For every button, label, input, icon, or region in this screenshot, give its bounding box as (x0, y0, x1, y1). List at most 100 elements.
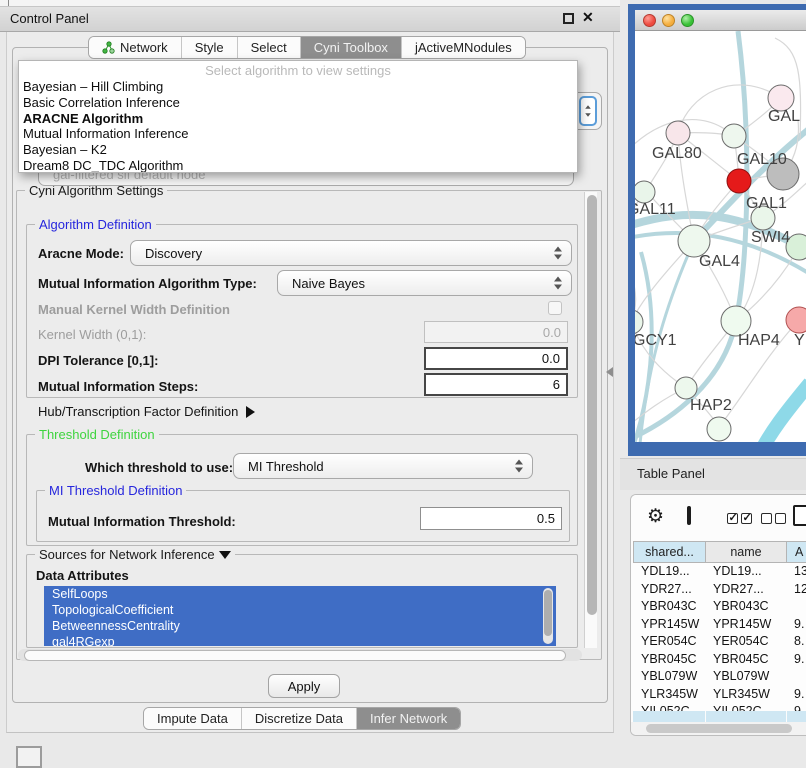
node-label: GAL4 (699, 253, 740, 270)
tab-impute-data[interactable]: Impute Data (144, 708, 242, 729)
partial-row-cell (787, 711, 806, 722)
zoom-traffic-light-icon[interactable] (681, 14, 694, 27)
node-gal1 (727, 169, 751, 193)
dpi-tolerance-label: DPI Tolerance [0,1]: (38, 353, 158, 368)
combo-arrows-icon (554, 277, 562, 290)
columns-icon[interactable] (687, 506, 691, 525)
table-panel-title: Table Panel (637, 466, 705, 481)
node-label: GAL80 (652, 145, 702, 162)
mi-threshold-title: MI Threshold Definition (45, 483, 186, 498)
tab-jactivemnodules[interactable]: jActiveMNodules (402, 37, 525, 58)
node-label: SWI4 (751, 229, 790, 246)
select-all-icon[interactable] (727, 512, 752, 527)
column-header-third[interactable]: A (786, 541, 806, 563)
control-panel-title: Control Panel (10, 11, 89, 26)
mi-threshold-input[interactable]: 0.5 (420, 507, 562, 530)
node-label: GAL1 (746, 195, 787, 212)
list-item[interactable]: BetweennessCentrality (44, 618, 556, 634)
column-header-name[interactable]: name (705, 541, 787, 563)
popup-item-aracne[interactable]: ARACNE Algorithm (19, 111, 577, 127)
aracne-mode-combo[interactable]: Discovery (130, 240, 572, 266)
control-panel-tabs: Network Style Select Cyni Toolbox jActiv… (88, 36, 526, 59)
apply-button[interactable]: Apply (268, 674, 340, 698)
network-window-titlebar[interactable] (635, 10, 806, 31)
mi-type-label: Mutual Information Algorithm Type: (38, 276, 257, 291)
kernel-width-label: Kernel Width (0,1): (38, 327, 146, 342)
document-icon[interactable] (793, 505, 806, 526)
sources-title-row: Sources for Network Inference (35, 547, 235, 562)
settings-horizontal-scrollbar-thumb[interactable] (24, 650, 566, 661)
data-attributes-list[interactable]: SelfLoops TopologicalCoefficient Between… (44, 586, 556, 646)
attributes-list-scrollbar[interactable] (543, 588, 553, 644)
control-panel-titlebar (0, 6, 620, 32)
dpi-tolerance-input[interactable]: 0.0 (424, 347, 568, 370)
list-item[interactable]: TopologicalCoefficient (44, 602, 556, 618)
hub-definition-label: Hub/Transcription Factor Definition (38, 404, 238, 419)
network-icon (102, 41, 115, 54)
close-traffic-light-icon[interactable] (643, 14, 656, 27)
combo-stepper-focused (579, 96, 597, 126)
which-threshold-value: MI Threshold (248, 459, 324, 474)
settings-vertical-scrollbar-thumb[interactable] (587, 195, 597, 615)
popup-item-mutual-information[interactable]: Mutual Information Inference (19, 126, 577, 142)
which-threshold-combo[interactable]: MI Threshold (233, 453, 533, 479)
minimized-panel-icon[interactable] (16, 746, 42, 768)
popup-item-basic-correlation[interactable]: Basic Correlation Inference (19, 95, 577, 111)
combo-arrows-icon (515, 460, 523, 473)
popup-item-bayesian-k2[interactable]: Bayesian – K2 (19, 142, 577, 158)
kernel-width-value: 0.0 (543, 325, 561, 340)
deselect-all-icon[interactable] (761, 512, 786, 527)
mi-type-combo[interactable]: Naive Bayes (277, 270, 572, 296)
tab-select[interactable]: Select (238, 37, 301, 58)
algorithm-dropdown-popup: Select algorithm to view settings Bayesi… (18, 60, 578, 173)
table-horizontal-scrollbar-thumb[interactable] (646, 724, 792, 733)
node-hap2 (675, 377, 697, 399)
splitter-handle-icon[interactable] (606, 367, 613, 377)
float-window-icon[interactable] (563, 13, 574, 24)
node-label: GCY1 (635, 332, 677, 349)
aracne-mode-label: Aracne Mode: (38, 246, 124, 261)
gear-icon[interactable]: ⚙ (647, 505, 664, 528)
tab-discretize-data-label: Discretize Data (255, 711, 343, 726)
mi-steps-value: 6 (553, 377, 560, 392)
node-gal11 (635, 181, 655, 203)
which-threshold-label: Which threshold to use: (85, 460, 233, 475)
mi-steps-input[interactable]: 6 (424, 373, 568, 396)
settings-vertical-scrollbar[interactable] (584, 192, 597, 648)
network-canvas[interactable]: GAL GAL80 GAL10 GAL1 GAL11 SWI4 GAL4 GCY… (635, 31, 806, 442)
collapse-arrow-icon[interactable] (219, 551, 231, 559)
kernel-width-input[interactable]: 0.0 (424, 321, 568, 343)
partial-row-cell (706, 711, 786, 722)
tab-cyni-toolbox-label: Cyni Toolbox (314, 40, 388, 55)
manual-kernel-checkbox[interactable] (548, 301, 562, 315)
inference-algorithm-combo-fragment[interactable] (576, 92, 602, 130)
attributes-list-scrollbar-thumb[interactable] (544, 590, 552, 636)
tab-style[interactable]: Style (182, 37, 238, 58)
tab-network[interactable]: Network (89, 37, 182, 58)
unchecked-box-icon (761, 513, 772, 524)
node-bottom (707, 417, 731, 441)
hub-definition-row[interactable]: Hub/Transcription Factor Definition (38, 404, 255, 419)
close-icon[interactable]: ✕ (582, 9, 594, 26)
tab-cyni-toolbox[interactable]: Cyni Toolbox (301, 37, 402, 58)
list-item[interactable]: SelfLoops (44, 586, 556, 602)
table-rows[interactable]: YDL19... YDL19... 13 YDR27... YDR27... 1… (631, 563, 806, 711)
threshold-definition-title: Threshold Definition (35, 427, 159, 442)
minimize-traffic-light-icon[interactable] (662, 14, 675, 27)
data-attributes-label: Data Attributes (36, 568, 129, 583)
table-horizontal-scrollbar[interactable] (631, 722, 806, 735)
expand-arrow-icon[interactable] (246, 406, 255, 418)
settings-horizontal-scrollbar[interactable] (18, 649, 582, 661)
popup-item-bayesian-hill-climbing[interactable]: Bayesian – Hill Climbing (19, 79, 577, 95)
tab-infer-network-label: Infer Network (370, 711, 447, 726)
node-label: GAL10 (737, 151, 787, 168)
node-label: HAP2 (690, 397, 732, 414)
column-header-shared[interactable]: shared... (633, 541, 706, 563)
tab-infer-network[interactable]: Infer Network (357, 708, 460, 729)
thick-cyan-edge (760, 383, 806, 442)
node-label: GAL (768, 108, 800, 125)
tab-style-label: Style (195, 40, 224, 55)
list-item[interactable]: gal4RGexp (44, 634, 556, 646)
popup-item-dream8[interactable]: Dream8 DC_TDC Algorithm (19, 158, 577, 173)
tab-discretize-data[interactable]: Discretize Data (242, 708, 357, 729)
